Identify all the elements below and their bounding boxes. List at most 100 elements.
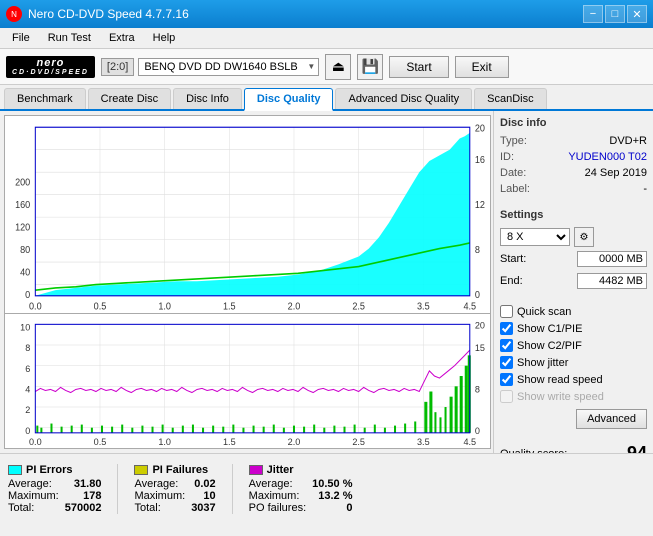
pi-errors-label: PI Errors: [26, 464, 72, 476]
minimize-button[interactable]: −: [583, 5, 603, 23]
svg-text:0.0: 0.0: [29, 301, 42, 313]
close-button[interactable]: ✕: [627, 5, 647, 23]
disc-label-value: -: [643, 183, 647, 195]
quality-score-value: 94: [627, 443, 647, 453]
pi-errors-color: [8, 465, 22, 475]
quick-scan-row: Quick scan: [500, 305, 647, 318]
svg-text:12: 12: [475, 200, 485, 212]
pi-failures-header: PI Failures: [134, 464, 215, 476]
jitter-po-value: 0: [312, 502, 352, 514]
jitter-po-label: PO failures:: [249, 502, 306, 514]
tab-benchmark[interactable]: Benchmark: [4, 88, 86, 109]
title-bar: N Nero CD-DVD Speed 4.7.7.16 − □ ✕: [0, 0, 653, 28]
pi-errors-max-value: 178: [65, 490, 102, 502]
show-c1pie-label: Show C1/PIE: [517, 323, 582, 335]
svg-text:1.5: 1.5: [223, 437, 236, 447]
jitter-header: Jitter: [249, 464, 353, 476]
title-bar-buttons: − □ ✕: [583, 5, 647, 23]
pi-failures-color: [134, 465, 148, 475]
drive-id: [2:0]: [101, 58, 134, 76]
jitter-max-label: Maximum:: [249, 490, 306, 502]
app-icon: N: [6, 6, 22, 22]
disc-id-value: YUDEN000 T02: [568, 151, 647, 163]
svg-text:0.0: 0.0: [29, 437, 42, 447]
menu-bar: File Run Test Extra Help: [0, 28, 653, 49]
tab-disc-info[interactable]: Disc Info: [173, 88, 242, 109]
advanced-button[interactable]: Advanced: [576, 409, 647, 429]
pi-failures-total-value: 3037: [191, 502, 215, 514]
legend-divider-2: [232, 464, 233, 514]
svg-text:4.5: 4.5: [463, 437, 476, 447]
svg-text:0: 0: [475, 290, 480, 302]
end-input[interactable]: [577, 273, 647, 289]
exit-button[interactable]: Exit: [455, 56, 509, 78]
title-bar-left: N Nero CD-DVD Speed 4.7.7.16: [6, 6, 189, 22]
jitter-legend: Jitter Average: 10.50 % Maximum: 13.2 % …: [249, 464, 353, 514]
quality-score-label: Quality score:: [500, 448, 567, 454]
svg-text:0: 0: [25, 290, 30, 302]
bottom-chart: 0 2 4 6 8 10 0 8 15 20 0.0 0.5 1.0 1.5 2…: [5, 314, 490, 448]
show-read-speed-label: Show read speed: [517, 374, 603, 386]
disc-date-value: 24 Sep 2019: [585, 167, 647, 179]
save-button[interactable]: 💾: [357, 54, 383, 80]
svg-text:0: 0: [25, 425, 30, 435]
show-jitter-row: Show jitter: [500, 356, 647, 369]
tab-create-disc[interactable]: Create Disc: [88, 88, 171, 109]
menu-run-test[interactable]: Run Test: [40, 30, 99, 46]
bottom-stats-bar: PI Errors Average: 31.80 Maximum: 178 To…: [0, 453, 653, 523]
menu-file[interactable]: File: [4, 30, 38, 46]
menu-extra[interactable]: Extra: [101, 30, 143, 46]
pi-errors-total-label: Total:: [8, 502, 59, 514]
pi-failures-total-label: Total:: [134, 502, 185, 514]
drive-select[interactable]: BENQ DVD DD DW1640 BSLB: [138, 58, 319, 76]
svg-text:120: 120: [15, 222, 30, 234]
show-c2pif-checkbox[interactable]: [500, 339, 513, 352]
legend-divider-1: [117, 464, 118, 514]
pi-failures-max-value: 10: [191, 490, 215, 502]
disc-date-label: Date:: [500, 167, 526, 179]
top-chart-svg: 0 40 80 120 160 200 0 8 12 16 20 0.0 0.5…: [5, 116, 490, 313]
svg-text:160: 160: [15, 200, 30, 212]
tab-scan-disc[interactable]: ScanDisc: [474, 88, 546, 109]
disc-type-row: Type: DVD+R: [500, 135, 647, 147]
top-chart: 0 40 80 120 160 200 0 8 12 16 20 0.0 0.5…: [5, 116, 490, 314]
right-panel: Disc info Type: DVD+R ID: YUDEN000 T02 D…: [493, 111, 653, 453]
drive-selector: [2:0] BENQ DVD DD DW1640 BSLB: [101, 58, 319, 76]
tab-advanced-disc-quality[interactable]: Advanced Disc Quality: [335, 88, 472, 109]
show-jitter-checkbox[interactable]: [500, 356, 513, 369]
window-title: Nero CD-DVD Speed 4.7.7.16: [28, 7, 189, 21]
menu-help[interactable]: Help: [145, 30, 184, 46]
jitter-avg-value: 10.50 %: [312, 478, 352, 490]
pi-failures-avg-value: 0.02: [191, 478, 215, 490]
jitter-label: Jitter: [267, 464, 294, 476]
svg-text:20: 20: [475, 123, 485, 135]
show-write-speed-checkbox[interactable]: [500, 390, 513, 403]
show-read-speed-checkbox[interactable]: [500, 373, 513, 386]
show-c1pie-row: Show C1/PIE: [500, 322, 647, 335]
drive-select-wrapper[interactable]: BENQ DVD DD DW1640 BSLB: [138, 58, 319, 76]
svg-text:6: 6: [25, 363, 30, 373]
tab-disc-quality[interactable]: Disc Quality: [244, 88, 334, 111]
show-c1pie-checkbox[interactable]: [500, 322, 513, 335]
pi-errors-avg-label: Average:: [8, 478, 59, 490]
start-input[interactable]: 0000 MB: [577, 251, 647, 267]
maximize-button[interactable]: □: [605, 5, 625, 23]
settings-icon-btn[interactable]: ⚙: [574, 227, 594, 247]
svg-text:1.0: 1.0: [158, 437, 171, 447]
eject-button[interactable]: ⏏: [325, 54, 351, 80]
pi-failures-stats: Average: 0.02 Maximum: 10 Total: 3037: [134, 478, 215, 514]
speed-select[interactable]: 8 X 4 X 2 X 1 X Maximum: [500, 228, 570, 246]
bottom-chart-svg: 0 2 4 6 8 10 0 8 15 20 0.0 0.5 1.0 1.5 2…: [5, 314, 490, 448]
quick-scan-checkbox[interactable]: [500, 305, 513, 318]
start-row: Start: 0000 MB: [500, 251, 647, 267]
svg-text:200: 200: [15, 177, 30, 189]
disc-type-value: DVD+R: [609, 135, 647, 147]
svg-text:3.5: 3.5: [417, 437, 430, 447]
svg-text:2: 2: [25, 405, 30, 415]
disc-label-row: Label: -: [500, 183, 647, 195]
pi-failures-avg-label: Average:: [134, 478, 185, 490]
start-button[interactable]: Start: [389, 56, 448, 78]
end-row: End:: [500, 273, 647, 289]
disc-info-title: Disc info: [500, 117, 647, 129]
svg-text:0: 0: [475, 425, 480, 435]
